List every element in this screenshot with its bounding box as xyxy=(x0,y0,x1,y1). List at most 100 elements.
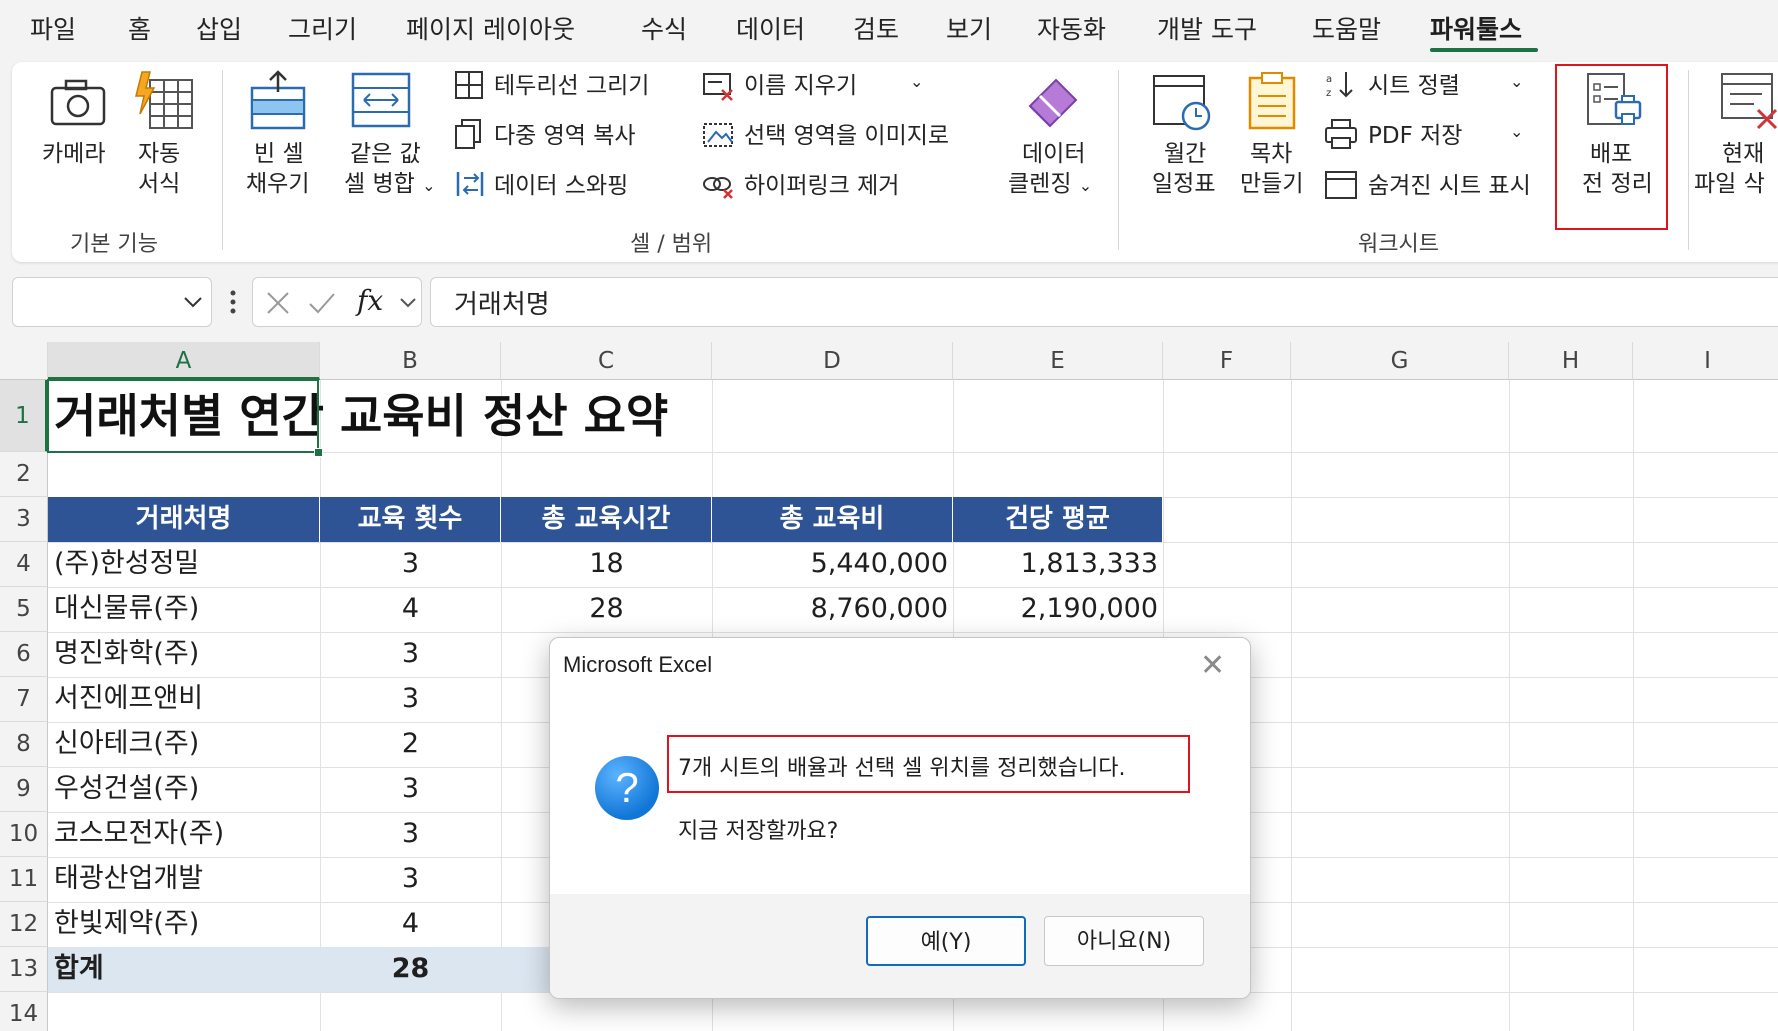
count-cell[interactable]: 3 xyxy=(320,542,501,586)
formula-buttons: fx xyxy=(252,277,422,327)
header-cell-hours[interactable]: 총 교육시간 xyxy=(501,497,712,542)
remove-hyperlink-label: 하이퍼링크 제거 xyxy=(744,173,900,199)
menu-review[interactable]: 검토 xyxy=(853,10,899,46)
column-header-B[interactable]: B xyxy=(320,342,501,380)
row-header-2[interactable]: 2 xyxy=(0,452,48,497)
fill-handle[interactable] xyxy=(314,448,323,457)
insert-function-icon[interactable]: fx xyxy=(357,284,383,317)
menu-insert[interactable]: 삽입 xyxy=(196,10,242,46)
data-swap-label: 데이터 스와핑 xyxy=(494,173,629,199)
count-cell[interactable]: 3 xyxy=(320,857,501,901)
hours-cell[interactable]: 18 xyxy=(501,542,712,586)
monthly-calendar-label-2: 일정표 xyxy=(1152,171,1216,197)
column-header-I[interactable]: I xyxy=(1633,342,1778,380)
count-cell[interactable]: 3 xyxy=(320,632,501,676)
count-cell[interactable]: 2 xyxy=(320,722,501,766)
count-cell[interactable]: 4 xyxy=(320,902,501,946)
row-header-12[interactable]: 12 xyxy=(0,902,48,947)
client-name-cell[interactable]: 우성건설(주) xyxy=(54,767,199,811)
row-header-8[interactable]: 8 xyxy=(0,722,48,767)
column-header-D[interactable]: D xyxy=(712,342,953,380)
menu-data[interactable]: 데이터 xyxy=(736,10,805,46)
total-label-cell[interactable]: 합계 xyxy=(48,947,320,992)
more-options-icon[interactable] xyxy=(228,288,238,318)
gridline xyxy=(1509,380,1510,1031)
make-toc-label-2: 만들기 xyxy=(1240,171,1304,197)
delete-current-file-label-1: 현재 xyxy=(1722,141,1765,167)
client-name-cell[interactable]: 한빛제약(주) xyxy=(54,902,199,946)
row-header-11[interactable]: 11 xyxy=(0,857,48,902)
make-toc-label-1: 목차 xyxy=(1250,141,1293,167)
header-cell-average[interactable]: 건당 평균 xyxy=(953,497,1163,542)
column-header-C[interactable]: C xyxy=(501,342,712,380)
formula-input[interactable] xyxy=(430,277,1778,327)
menu-powertools[interactable]: 파워툴스 xyxy=(1430,10,1522,46)
ribbon: 카메라 자동 서식 기본 기능 빈 셀 채우기 같은 값 셀 병합 ⌄ 테두리선… xyxy=(12,62,1778,262)
select-all-corner[interactable] xyxy=(0,342,48,380)
row-header-13[interactable]: 13 xyxy=(0,947,48,992)
column-header-F[interactable]: F xyxy=(1163,342,1291,380)
menu-home[interactable]: 홈 xyxy=(128,10,151,46)
count-cell[interactable]: 3 xyxy=(320,812,501,856)
client-name-cell[interactable]: 코스모전자(주) xyxy=(54,812,224,856)
menu-file[interactable]: 파일 xyxy=(30,10,76,46)
merge-same-label-1: 같은 값 xyxy=(350,141,421,167)
check-icon[interactable] xyxy=(307,290,337,316)
column-header-H[interactable]: H xyxy=(1509,342,1633,380)
total-count-cell[interactable]: 28 xyxy=(320,947,501,992)
group-basic-label: 기본 기능 xyxy=(70,232,158,257)
cost-cell[interactable]: 5,440,000 xyxy=(712,542,948,586)
row-header-1[interactable]: 1 xyxy=(0,380,48,452)
menu-help[interactable]: 도움말 xyxy=(1312,10,1381,46)
row-header-9[interactable]: 9 xyxy=(0,767,48,812)
formula-bar: fx 거래처명 xyxy=(0,272,1778,334)
row-header-10[interactable]: 10 xyxy=(0,812,48,857)
average-cell[interactable]: 2,190,000 xyxy=(953,587,1158,631)
row-header-6[interactable]: 6 xyxy=(0,632,48,677)
row-header-7[interactable]: 7 xyxy=(0,677,48,722)
count-cell[interactable]: 3 xyxy=(320,767,501,811)
average-cell[interactable]: 1,813,333 xyxy=(953,542,1158,586)
row-header-5[interactable]: 5 xyxy=(0,587,48,632)
client-name-cell[interactable]: 명진화학(주) xyxy=(54,632,199,676)
header-cell-client[interactable]: 거래처명 xyxy=(48,497,320,542)
menu-draw[interactable]: 그리기 xyxy=(288,10,357,46)
hours-cell[interactable]: 28 xyxy=(501,587,712,631)
delete-file-icon xyxy=(1721,73,1778,130)
menu-page-layout[interactable]: 페이지 레이아웃 xyxy=(406,10,575,46)
column-header-G[interactable]: G xyxy=(1291,342,1509,380)
client-name-cell[interactable]: 대신물류(주) xyxy=(54,587,199,631)
name-box[interactable] xyxy=(12,277,212,327)
svg-text:z: z xyxy=(1326,88,1331,99)
close-icon[interactable]: ✕ xyxy=(1200,648,1225,683)
menu-automate[interactable]: 자동화 xyxy=(1037,10,1106,46)
menu-developer[interactable]: 개발 도구 xyxy=(1157,10,1257,46)
gridline xyxy=(1291,380,1292,1031)
column-header-A[interactable]: A xyxy=(48,342,320,380)
yes-button[interactable]: 예(Y) xyxy=(866,916,1026,966)
header-cell-cost[interactable]: 총 교육비 xyxy=(712,497,953,542)
cost-cell[interactable]: 8,760,000 xyxy=(712,587,948,631)
gridline xyxy=(1633,380,1634,1031)
row-header-4[interactable]: 4 xyxy=(0,542,48,587)
client-name-cell[interactable]: (주)한성정밀 xyxy=(54,542,199,586)
menu-view[interactable]: 보기 xyxy=(946,10,992,46)
client-name-cell[interactable]: 서진에프앤비 xyxy=(54,677,203,721)
client-name-cell[interactable]: 신아테크(주) xyxy=(54,722,199,766)
row-header-14[interactable]: 14 xyxy=(0,992,48,1031)
fill-blank-icon xyxy=(250,70,306,130)
cancel-icon[interactable] xyxy=(265,290,291,316)
chevron-down-icon[interactable] xyxy=(399,296,417,310)
row-header-3[interactable]: 3 xyxy=(0,497,48,542)
border-grid-icon xyxy=(455,71,483,99)
client-name-cell[interactable]: 태광산업개발 xyxy=(54,857,203,901)
menu-formulas[interactable]: 수식 xyxy=(641,10,687,46)
pdf-save-label: PDF 저장 xyxy=(1368,123,1463,149)
header-cell-count[interactable]: 교육 횟수 xyxy=(320,497,501,542)
count-cell[interactable]: 4 xyxy=(320,587,501,631)
no-button[interactable]: 아니요(N) xyxy=(1044,916,1204,966)
active-tab-indicator xyxy=(1430,48,1538,52)
column-header-E[interactable]: E xyxy=(953,342,1163,380)
count-cell[interactable]: 3 xyxy=(320,677,501,721)
ribbon-separator xyxy=(222,70,223,250)
